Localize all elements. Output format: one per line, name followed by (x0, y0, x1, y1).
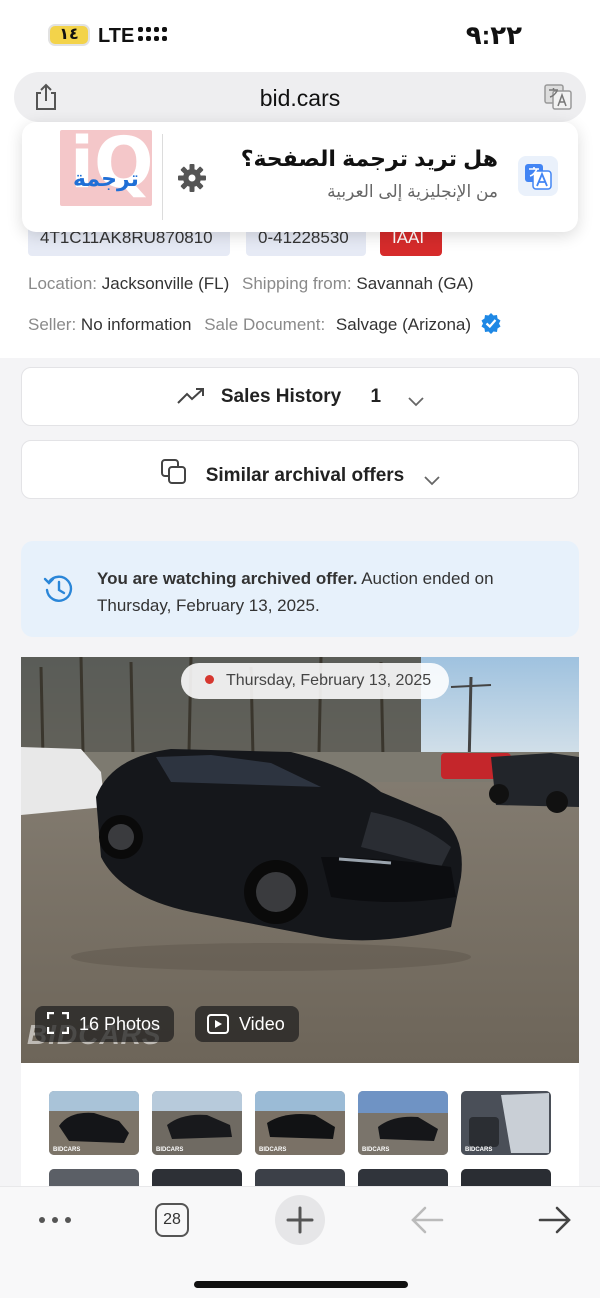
photo-date-pill: Thursday, February 13, 2025 (181, 663, 450, 699)
vehicle-photo-image (21, 657, 579, 1063)
video-button[interactable]: Video (195, 1006, 299, 1042)
thumbnail[interactable] (152, 1169, 242, 1186)
location-value: Jacksonville (FL) (101, 274, 230, 293)
translate-prompt: هل تريد ترجمة الصفحة؟ (240, 146, 498, 171)
browser-toolbar: 28 (0, 1186, 600, 1298)
sales-history-button[interactable]: Sales History 1 (21, 367, 579, 426)
photos-button[interactable]: 16 Photos (35, 1006, 175, 1042)
chevron-down-icon (423, 476, 440, 486)
photo-date: Thursday, February 13, 2025 (226, 672, 432, 689)
notice-bold-text: You are watching archived offer. (97, 569, 358, 588)
network-type: LTE (98, 25, 135, 47)
sales-history-count: 1 (370, 386, 382, 407)
back-arrow-icon[interactable] (410, 1205, 444, 1235)
seller-label: Seller: (28, 315, 77, 334)
shipping-value: Savannah (GA) (356, 274, 474, 293)
fullscreen-icon (46, 1011, 70, 1035)
thumbnail[interactable]: BIDCARS (358, 1091, 448, 1155)
chevron-down-icon (408, 397, 425, 407)
similar-offers-label: Similar archival offers (205, 465, 405, 486)
page-content: 4T1C11AK8RU870810 0-41228530 IAAI Locati… (0, 126, 600, 1186)
translate-logo-text: ترجمة (73, 166, 139, 191)
new-tab-button[interactable] (275, 1195, 325, 1245)
thumbnail[interactable] (461, 1169, 551, 1186)
thumbnail[interactable]: BIDCARS (49, 1091, 139, 1155)
translate-icon[interactable] (544, 84, 572, 110)
sales-history-label: Sales History (220, 386, 342, 407)
trending-up-icon (176, 388, 204, 404)
similar-offers-button[interactable]: Similar archival offers (21, 440, 579, 499)
thumbnail[interactable] (358, 1169, 448, 1186)
photos-count-label: 16 Photos (79, 1014, 161, 1034)
tabs-button[interactable]: 28 (155, 1203, 189, 1237)
signal-icon (138, 25, 170, 45)
play-icon (207, 1014, 229, 1034)
thumbnail[interactable]: BIDCARS (255, 1091, 345, 1155)
document-value: Salvage (Arizona) (335, 315, 472, 334)
thumbnail[interactable]: BIDCARS (152, 1091, 242, 1155)
translate-app-logo[interactable]: iQ ترجمة (60, 130, 152, 206)
gear-icon[interactable] (176, 162, 208, 194)
live-dot-icon (205, 675, 214, 684)
divider (162, 134, 163, 220)
url-text[interactable]: bid.cars (14, 85, 586, 112)
thumbnail[interactable] (255, 1169, 345, 1186)
seller-value: No information (80, 315, 192, 334)
thumbnail-strip: BIDCARS BIDCARS BIDCARS BIDCARS BIDCARS (21, 1063, 579, 1186)
translate-language-pair: من الإنجليزية إلى العربية (327, 182, 498, 201)
verified-icon (481, 313, 501, 334)
more-icon[interactable] (38, 1215, 72, 1225)
forward-arrow-icon[interactable] (538, 1205, 572, 1235)
status-bar: ١٤ LTE ٩:٢٢ (0, 0, 600, 70)
google-translate-icon[interactable] (518, 156, 558, 196)
battery-indicator: ١٤ (48, 24, 90, 46)
translate-banner[interactable]: iQ ترجمة هل تريد ترجمة الصفحة؟ من الإنجل… (22, 122, 578, 232)
location-label: Location: (28, 274, 97, 293)
home-indicator (194, 1281, 408, 1288)
thumbnail[interactable]: BIDCARS (461, 1091, 551, 1155)
video-label: Video (239, 1014, 285, 1034)
history-icon (43, 575, 73, 602)
main-vehicle-photo[interactable]: Thursday, February 13, 2025 BIDCARS 16 P… (21, 657, 579, 1063)
document-label: Sale Document: (204, 315, 326, 334)
shipping-label: Shipping from: (242, 274, 352, 293)
copy-icon (161, 459, 187, 484)
plus-icon (286, 1206, 314, 1234)
thumbnail[interactable] (49, 1169, 139, 1186)
location-row: Location: Jacksonville (FL) Shipping fro… (28, 274, 482, 294)
address-bar[interactable]: bid.cars (14, 72, 586, 122)
seller-row: Seller: No information Sale Document: Sa… (28, 312, 502, 335)
archive-notice: You are watching archived offer. Auction… (21, 541, 579, 637)
clock: ٩:٢٢ (465, 20, 522, 50)
